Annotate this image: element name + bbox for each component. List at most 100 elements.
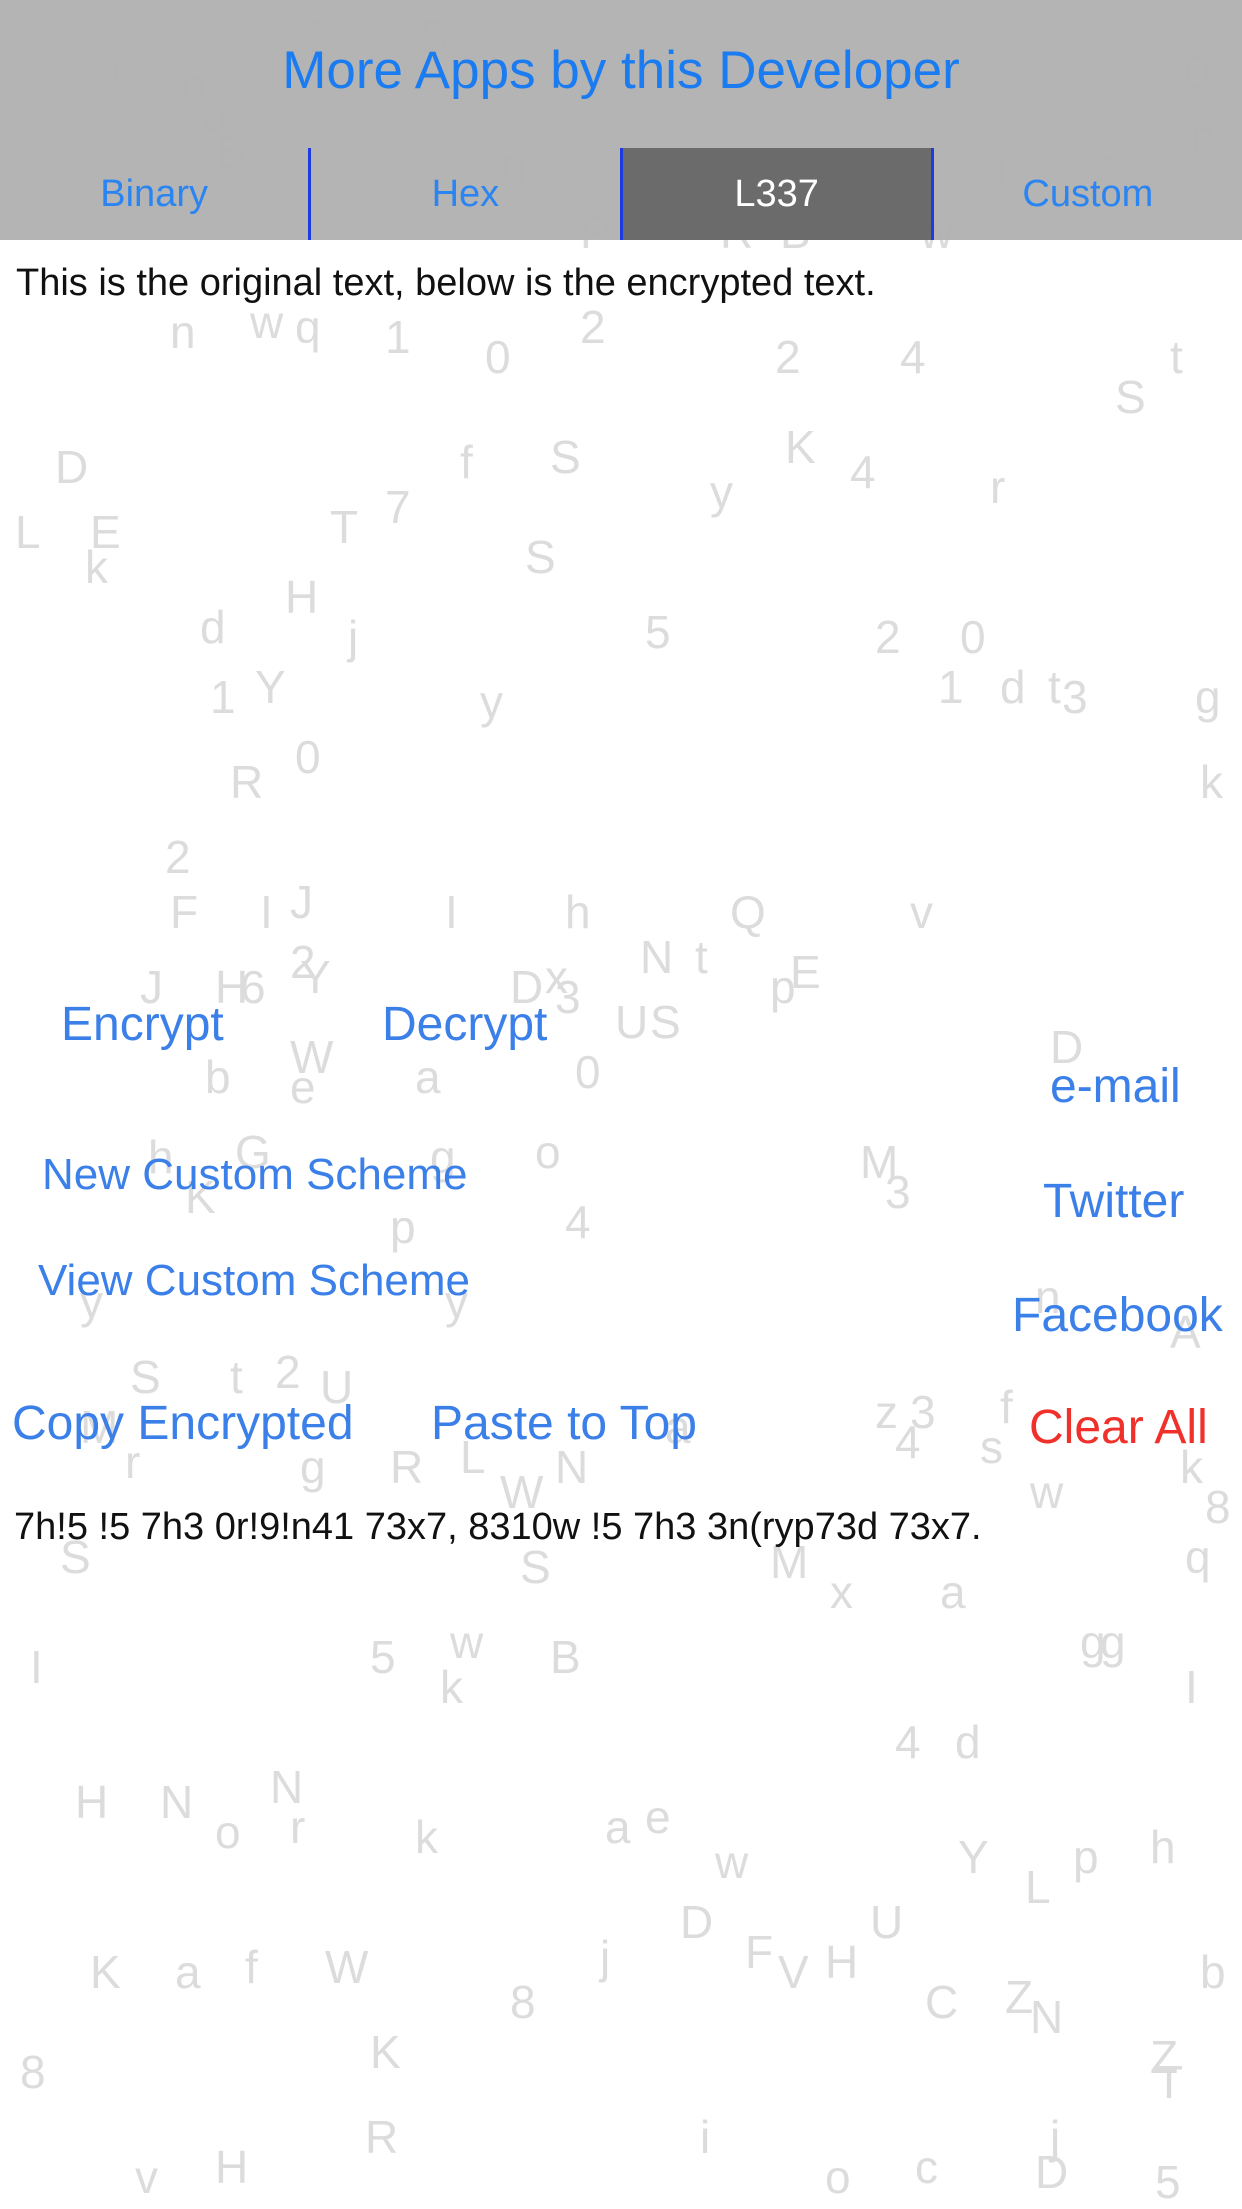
falling-character: o — [535, 1126, 561, 1178]
falling-character: 0 — [575, 1046, 601, 1098]
more-apps-link[interactable]: More Apps by this Developer — [0, 40, 1242, 101]
falling-character: b — [205, 1051, 231, 1103]
falling-character: 5 — [1155, 2156, 1181, 2208]
falling-character: J — [290, 876, 313, 928]
encrypted-text-field[interactable]: 7h!5 !5 7h3 0r!9!n41 73x7, 8310w !5 7h3 … — [14, 1506, 982, 1549]
falling-character: b — [1200, 1946, 1226, 1998]
falling-character: U — [615, 996, 649, 1048]
tab-binary[interactable]: Binary — [0, 148, 308, 240]
falling-character: r — [290, 1801, 306, 1853]
falling-character: w — [450, 1616, 484, 1668]
falling-character: M — [860, 1136, 899, 1188]
falling-character: q — [295, 301, 321, 353]
falling-character: f — [1000, 1381, 1013, 1433]
falling-character: p — [390, 1201, 416, 1253]
falling-character: g — [1100, 1616, 1126, 1668]
falling-character: a — [940, 1566, 966, 1618]
encrypt-button[interactable]: Encrypt — [61, 997, 224, 1052]
falling-character: 1 — [938, 661, 964, 713]
tab-hex[interactable]: Hex — [308, 148, 619, 240]
falling-character: W — [325, 1941, 369, 1993]
falling-character: 8 — [510, 1976, 536, 2028]
falling-character: T — [330, 501, 359, 553]
falling-character: S — [1115, 371, 1146, 423]
falling-character: k — [440, 1661, 463, 1713]
falling-character: H — [75, 1776, 109, 1828]
new-custom-scheme-button[interactable]: New Custom Scheme — [42, 1150, 467, 1200]
falling-character: Z — [1005, 1971, 1034, 2023]
falling-character: Q — [730, 886, 766, 938]
falling-character: f — [460, 436, 473, 488]
falling-character: 2 — [290, 936, 316, 988]
falling-character: 0 — [485, 331, 511, 383]
falling-character: y — [710, 466, 733, 518]
falling-character: S — [650, 996, 681, 1048]
falling-character: y — [480, 676, 503, 728]
falling-character: d — [955, 1716, 981, 1768]
falling-character: k — [85, 541, 108, 593]
falling-character: I — [445, 886, 458, 938]
falling-character: S — [550, 431, 581, 483]
twitter-share-button[interactable]: Twitter — [1043, 1174, 1184, 1229]
falling-character: p — [770, 961, 796, 1013]
falling-character: I — [260, 886, 273, 938]
original-text-field[interactable]: This is the original text, below is the … — [16, 262, 876, 305]
falling-character: 2 — [775, 331, 801, 383]
falling-character: h — [1150, 1821, 1176, 1873]
falling-character: r — [990, 461, 1006, 513]
clear-all-button[interactable]: Clear All — [1029, 1400, 1208, 1455]
falling-character: j — [348, 611, 359, 663]
falling-character: 0 — [960, 611, 986, 663]
falling-character: K — [370, 2026, 401, 2078]
falling-character: I — [1185, 1661, 1198, 1713]
falling-character: x — [830, 1566, 853, 1618]
falling-character: R — [390, 1441, 424, 1493]
falling-character: 4 — [895, 1716, 921, 1768]
falling-character: c — [915, 2141, 938, 2193]
falling-character: N — [270, 1761, 304, 1813]
falling-character: B — [550, 1631, 581, 1683]
falling-character: p — [1073, 1831, 1099, 1883]
falling-character: U — [870, 1896, 904, 1948]
falling-character: f — [245, 1941, 258, 1993]
mode-segmented-control: Binary Hex L337 Custom — [0, 148, 1242, 240]
falling-character: z — [875, 1386, 898, 1438]
falling-character: 4 — [565, 1196, 591, 1248]
falling-character: 3 — [885, 1166, 911, 1218]
falling-character: w — [1030, 1466, 1064, 1518]
decrypt-button[interactable]: Decrypt — [382, 997, 547, 1052]
falling-character: Z — [1150, 2031, 1179, 2083]
falling-character: x — [545, 951, 568, 1003]
falling-character: w — [715, 1836, 749, 1888]
email-share-button[interactable]: e-mail — [1050, 1059, 1181, 1114]
falling-character: t — [1048, 661, 1061, 713]
view-custom-scheme-button[interactable]: View Custom Scheme — [38, 1256, 470, 1306]
falling-character: 2 — [875, 611, 901, 663]
falling-character: 7 — [385, 481, 411, 533]
falling-character: 3 — [910, 1386, 936, 1438]
falling-character: j — [600, 1931, 611, 1983]
falling-character: R — [365, 2111, 399, 2163]
falling-character: n — [170, 306, 196, 358]
paste-to-top-button[interactable]: Paste to Top — [431, 1396, 697, 1451]
tab-l337[interactable]: L337 — [619, 148, 931, 240]
facebook-share-button[interactable]: Facebook — [1012, 1288, 1223, 1343]
falling-character: 2 — [580, 301, 606, 353]
tab-custom[interactable]: Custom — [930, 148, 1242, 240]
falling-character: e — [290, 1061, 316, 1113]
falling-character: H — [285, 571, 319, 623]
falling-character: 3 — [555, 971, 581, 1023]
falling-character: o — [825, 2151, 851, 2203]
falling-character: h — [565, 886, 591, 938]
falling-character: N — [160, 1776, 194, 1828]
falling-character: g — [1080, 1616, 1106, 1668]
copy-encrypted-button[interactable]: Copy Encrypted — [12, 1396, 354, 1451]
falling-character: v — [135, 2151, 158, 2203]
falling-character: i — [700, 2111, 711, 2163]
falling-character: 5 — [645, 606, 671, 658]
falling-character: v — [910, 886, 933, 938]
header-bar: More Apps by this Developer Binary Hex L… — [0, 0, 1242, 240]
falling-character: g — [1195, 671, 1221, 723]
falling-character: k — [415, 1811, 438, 1863]
falling-character: 5 — [370, 1631, 396, 1683]
